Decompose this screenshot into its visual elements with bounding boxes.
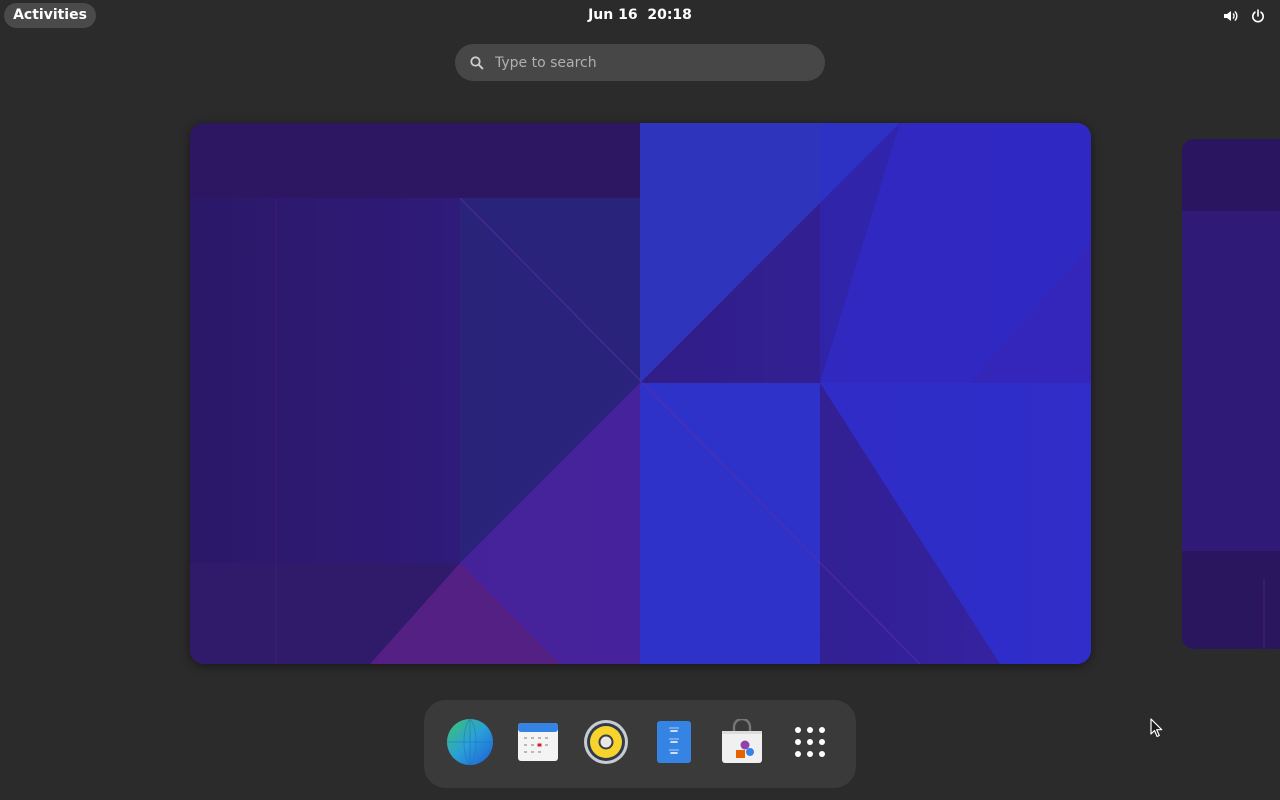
top-bar: Activities Jun 16 20:18 [0,0,1280,32]
mouse-cursor-icon [1150,718,1164,738]
web-browser-icon [446,718,494,770]
dash [424,700,856,788]
dash-item-text-editor[interactable] [648,718,700,770]
software-store-icon [719,717,765,769]
dash-item-software-store[interactable] [716,717,768,770]
overview-screen: Activities Jun 16 20:18 [0,0,1280,800]
wallpaper-secondary [1182,139,1280,649]
dash-item-web-browser[interactable] [444,718,496,770]
clock[interactable]: Jun 16 20:18 [540,0,740,32]
text-editor-icon [656,720,692,768]
volume-icon[interactable] [1222,8,1238,24]
dash-item-calendar[interactable] [512,718,564,770]
activities-button[interactable]: Activities [4,3,96,28]
show-apps-button[interactable] [784,718,836,770]
search-icon [469,55,485,71]
show-apps-grid-icon [793,725,827,763]
power-icon[interactable] [1250,8,1266,24]
calendar-icon [516,720,560,768]
workspace-thumbnail-current[interactable] [190,123,1091,664]
system-status-area[interactable] [1222,8,1266,24]
dash-item-music-player[interactable] [580,718,632,770]
wallpaper [190,123,1091,664]
search-entry[interactable] [455,44,825,81]
music-player-icon [583,719,629,769]
search-input[interactable] [495,44,805,81]
workspace-thumbnail-next[interactable] [1182,139,1280,649]
